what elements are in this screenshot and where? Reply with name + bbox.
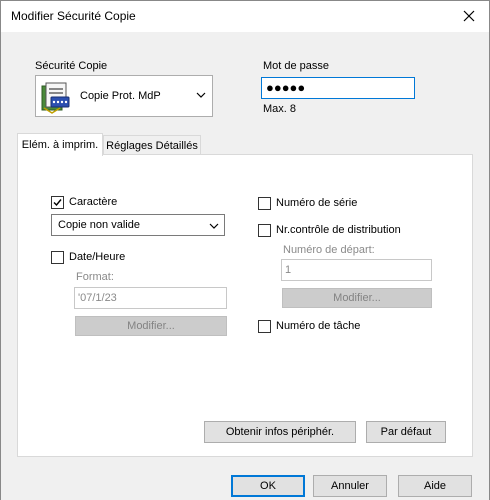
tab-elements[interactable]: Elém. à imprim. xyxy=(17,133,103,156)
security-label: Sécurité Copie xyxy=(35,60,108,72)
caractere-value: Copie non valide xyxy=(58,219,140,231)
caractere-select[interactable]: Copie non valide xyxy=(51,214,225,236)
title-bar: Modifier Sécurité Copie xyxy=(1,1,489,32)
close-icon xyxy=(463,10,475,22)
caractere-checkbox[interactable] xyxy=(51,196,64,209)
password-value: ●●●●● xyxy=(266,80,306,95)
button-label: Annuler xyxy=(331,480,369,492)
button-label: Obtenir infos périphér. xyxy=(225,426,335,438)
security-value: Copie Prot. MdP xyxy=(80,90,161,102)
date-modify-button[interactable]: Modifier... xyxy=(75,316,227,336)
dialog-window: Modifier Sécurité Copie Sécurité Copie C… xyxy=(0,0,490,500)
start-number-label: Numéro de départ: xyxy=(283,244,375,256)
ok-button[interactable]: OK xyxy=(231,475,305,497)
password-label: Mot de passe xyxy=(263,60,330,72)
checkmark-icon xyxy=(53,199,62,207)
button-label: Par défaut xyxy=(380,426,432,438)
close-button[interactable] xyxy=(455,4,483,28)
get-device-info-button[interactable]: Obtenir infos périphér. xyxy=(204,421,356,443)
button-label: Modifier... xyxy=(127,320,175,332)
format-label: Format: xyxy=(76,271,114,283)
button-label: Modifier... xyxy=(333,292,381,304)
window-title: Modifier Sécurité Copie xyxy=(11,9,136,23)
chevron-down-icon xyxy=(209,223,219,229)
distribution-modify-button[interactable]: Modifier... xyxy=(282,288,432,308)
date-label: Date/Heure xyxy=(69,251,126,263)
format-value: '07/1/23 xyxy=(78,292,117,304)
distribution-label: Nr.contrôle de distribution xyxy=(276,224,401,236)
cancel-button[interactable]: Annuler xyxy=(313,475,387,497)
caractere-label: Caractère xyxy=(69,196,118,208)
job-number-label: Numéro de tâche xyxy=(276,320,361,332)
password-field[interactable]: ●●●●● xyxy=(261,77,415,99)
format-field[interactable]: '07/1/23 xyxy=(74,287,227,309)
button-label: OK xyxy=(260,480,276,492)
start-number-field[interactable]: 1 xyxy=(281,259,432,281)
security-select[interactable]: Copie Prot. MdP xyxy=(35,75,213,117)
button-label: Aide xyxy=(423,480,447,492)
distribution-checkbox[interactable] xyxy=(258,224,271,237)
chevron-down-icon xyxy=(196,92,206,98)
start-number-value: 1 xyxy=(285,264,292,276)
tab-detailed-settings[interactable]: Réglages Détaillés xyxy=(103,135,201,155)
serial-number-label: Numéro de série xyxy=(276,197,358,209)
help-button[interactable]: Aide xyxy=(398,475,472,497)
default-button[interactable]: Par défaut xyxy=(366,421,446,443)
password-hint: Max. 8 xyxy=(263,103,297,115)
protected-copy-icon xyxy=(41,82,70,114)
tab-label: Réglages Détaillés xyxy=(106,139,198,152)
date-checkbox[interactable] xyxy=(51,251,64,264)
serial-number-checkbox[interactable] xyxy=(258,197,271,210)
tab-label: Elém. à imprim. xyxy=(21,139,99,151)
job-number-checkbox[interactable] xyxy=(258,320,271,333)
